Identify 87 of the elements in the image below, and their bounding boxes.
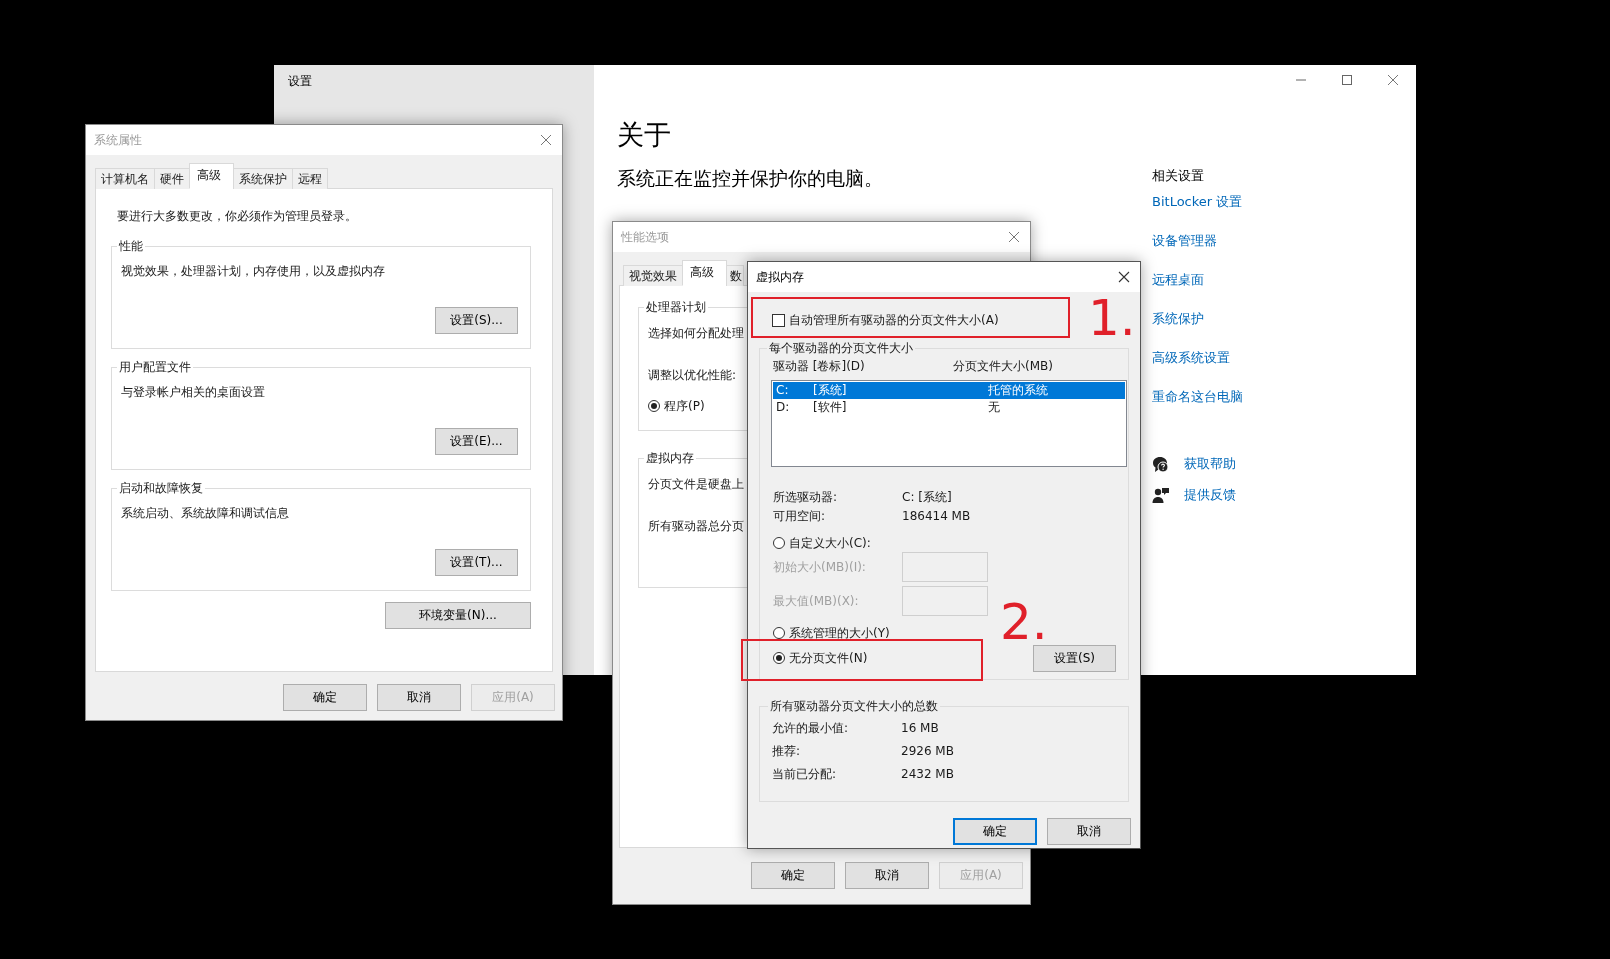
settings-link[interactable]: 设备管理器	[1152, 231, 1217, 251]
help-icon	[1152, 455, 1170, 473]
option-label: 系统管理的大小(Y)	[789, 626, 890, 640]
maximize-icon[interactable]	[1341, 74, 1353, 86]
list-cell-text: C:	[775, 382, 790, 399]
page-heading: 关于	[617, 118, 672, 152]
info-value: 16 MB	[901, 720, 939, 737]
settings-link[interactable]: 高级系统设置	[1152, 348, 1230, 368]
list-cell-text: [软件]	[813, 399, 848, 416]
help-link[interactable]: 提供反馈	[1184, 485, 1236, 505]
notice-text: 要进行大多数更改，你必须作为管理员登录。	[117, 209, 358, 223]
column-header: 驱动器 [卷标](D)	[773, 359, 866, 373]
window-title: 系统属性	[94, 131, 142, 149]
settings-link[interactable]: 重命名这台电脑	[1152, 387, 1243, 407]
checkbox[interactable]	[772, 313, 785, 327]
list-row[interactable]: D: [软件] 无	[773, 399, 1125, 416]
info-value: 186414 MB	[902, 508, 971, 525]
radio-button[interactable]	[773, 627, 785, 639]
info-label: 允许的最小值:	[772, 720, 850, 737]
radio-button[interactable]	[773, 652, 785, 664]
option-label: 无分页文件(N)	[789, 651, 868, 665]
column-header: 分页文件大小(MB)	[953, 359, 1053, 373]
list-cell: 无	[988, 399, 1000, 416]
dialog-button[interactable]: 确定	[751, 862, 835, 889]
radio-button[interactable]	[648, 400, 660, 412]
description-text: 所有驱动器总分页	[648, 519, 744, 533]
checkbox-label: 自动管理所有驱动器的分页文件大小(A)	[789, 313, 999, 327]
tab[interactable]: 硬件	[154, 168, 190, 189]
section-heading: 相关设置	[1152, 167, 1204, 185]
description-text: 分页文件是硬盘上	[648, 477, 744, 491]
dialog-button[interactable]: 确定	[953, 818, 1037, 845]
group-label: 性能	[118, 239, 144, 253]
step-number: 1.	[1088, 292, 1136, 344]
dialog-button[interactable]: 确定	[283, 684, 367, 711]
field-label: 初始大小(MB)(I):	[773, 560, 867, 574]
info-value: C: [系统]	[902, 489, 952, 506]
field-label: 最大值(MB)(X):	[773, 594, 860, 608]
step-number: 2.	[1000, 596, 1048, 648]
group-label: 处理器计划	[645, 300, 707, 314]
description-text: 与登录帐户相关的桌面设置	[121, 385, 266, 399]
description-text: 选择如何分配处理	[648, 326, 744, 340]
dialog-button[interactable]: 取消	[845, 862, 929, 889]
info-value: 2432 MB	[901, 766, 954, 783]
tab[interactable]: 视觉效果	[623, 265, 683, 286]
list-row[interactable]: C: [系统] 托管的系统	[773, 382, 1125, 399]
description-text: 系统启动、系统故障和调试信息	[121, 506, 290, 520]
info-label: 当前已分配:	[772, 766, 838, 783]
list-cell-text: [系统]	[813, 382, 848, 399]
close-icon[interactable]	[1118, 271, 1130, 283]
group-label: 启动和故障恢复	[118, 481, 204, 495]
info-label: 所选驱动器:	[773, 489, 839, 506]
description-text: 调整以优化性能:	[648, 368, 737, 382]
group-label: 每个驱动器的分页文件大小	[768, 341, 914, 355]
tab[interactable]: 高级	[189, 163, 234, 189]
description-text: 视觉效果，处理器计划，内存使用，以及虚拟内存	[121, 264, 386, 278]
environment-button[interactable]: 环境变量(N)...	[385, 602, 531, 629]
window-title: 性能选项	[621, 228, 669, 246]
settings-button[interactable]: 设置(S)...	[435, 307, 518, 334]
settings-button[interactable]: 设置(E)...	[435, 428, 518, 455]
help-link[interactable]: 获取帮助	[1184, 454, 1236, 474]
settings-button[interactable]: 设置(T)...	[435, 549, 518, 576]
settings-link[interactable]: 远程桌面	[1152, 270, 1204, 290]
info-value: 2926 MB	[901, 743, 954, 760]
tab[interactable]: 计算机名	[95, 168, 155, 189]
set-button[interactable]: 设置(S)	[1033, 645, 1116, 672]
window-title: 虚拟内存	[756, 268, 804, 286]
tab[interactable]: 高级	[682, 260, 727, 286]
dialog-button[interactable]: 取消	[377, 684, 461, 711]
option-label: 自定义大小(C):	[789, 536, 871, 550]
group-label: 用户配置文件	[118, 360, 192, 374]
group-label: 虚拟内存	[645, 451, 695, 465]
list-cell: 托管的系统	[988, 382, 1048, 399]
info-label: 推荐:	[772, 743, 802, 760]
option-label: 程序(P)	[664, 399, 705, 413]
tab[interactable]: 远程	[292, 168, 328, 189]
list-cell-text: D:	[775, 399, 791, 416]
feedback-icon	[1152, 486, 1170, 504]
group-label: 所有驱动器分页文件大小的总数	[769, 699, 939, 713]
info-label: 可用空间:	[773, 508, 827, 525]
dialog-button[interactable]: 取消	[1047, 818, 1131, 845]
settings-link[interactable]: BitLocker 设置	[1152, 192, 1243, 212]
tab[interactable]: 数	[726, 265, 744, 286]
window-title: 设置	[288, 73, 313, 89]
radio-button[interactable]	[773, 537, 785, 549]
settings-link[interactable]: 系统保护	[1152, 309, 1204, 329]
tab[interactable]: 系统保护	[233, 168, 293, 189]
status-text: 系统正在监控并保护你的电脑。	[617, 166, 884, 191]
